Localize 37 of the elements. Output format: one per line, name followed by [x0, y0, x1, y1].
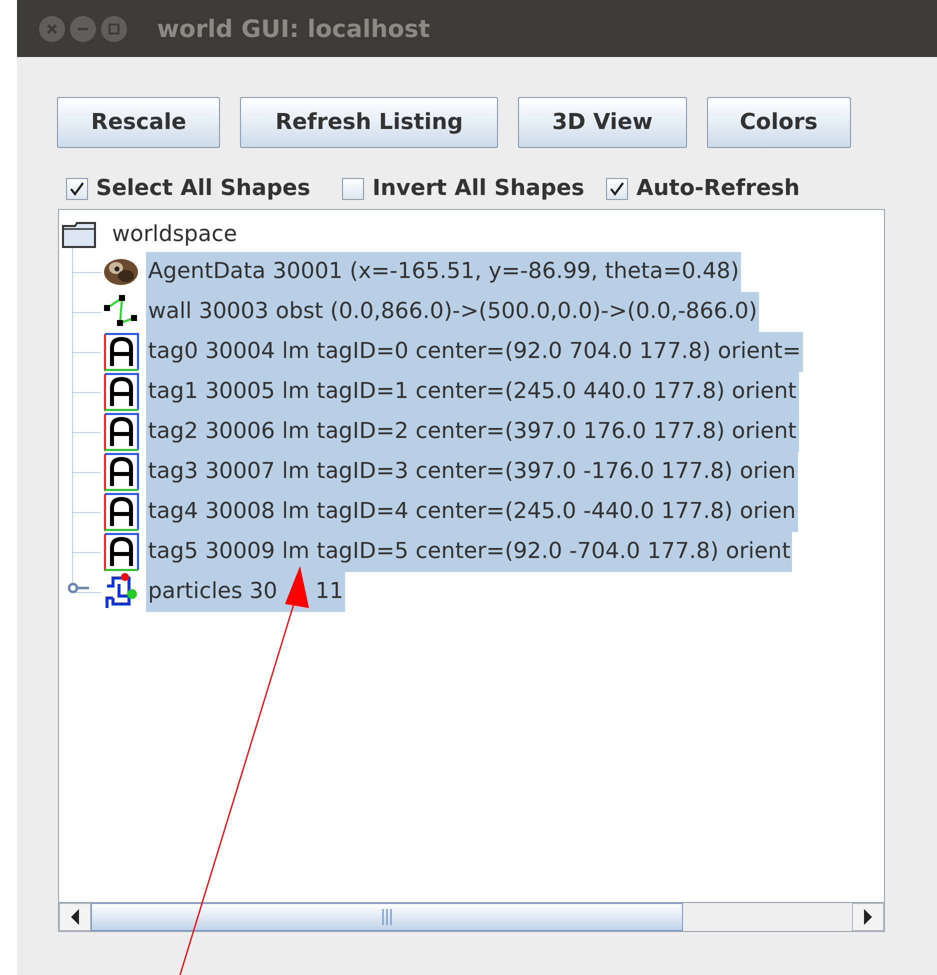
scroll-right-button[interactable] [852, 903, 884, 931]
tag-icon [101, 372, 141, 412]
tag-icon [101, 492, 141, 532]
left-arrow-icon [70, 909, 80, 925]
tree-item[interactable]: tag5 30009 lm tagID=5 center=(92.0 -704.0 177.8) orient [146, 532, 792, 572]
window-title: world GUI: localhost [157, 14, 430, 42]
tag-icon [101, 452, 141, 492]
tree-item[interactable]: worldspace [110, 219, 240, 251]
checkbox-label: Select All Shapes [96, 176, 310, 201]
tag-icon [101, 332, 141, 372]
horizontal-scrollbar[interactable] [59, 902, 884, 931]
toolbar-button[interactable]: Refresh Listing [240, 97, 498, 148]
grip-icon [381, 909, 393, 925]
tree-item-text[interactable]: 11 [315, 579, 344, 604]
tree-item[interactable]: tag4 30008 lm tagID=4 center=(245.0 -440.0 177.8) orien [146, 492, 798, 532]
toolbar-button[interactable]: Rescale [57, 97, 220, 148]
scroll-thumb[interactable] [91, 903, 683, 931]
checkbox-label: Auto-Refresh [636, 176, 800, 201]
checkbox[interactable] [66, 178, 88, 200]
toolbar-button[interactable]: 3D View [518, 97, 687, 148]
tag-icon [101, 532, 141, 572]
tree-item[interactable]: AgentData 30001 (x=-165.51, y=-86.99, theta=0.48) [146, 252, 742, 292]
expand-handle[interactable] [67, 582, 89, 594]
scroll-left-button[interactable] [59, 903, 91, 931]
checkbox[interactable] [342, 178, 364, 200]
tree-item[interactable]: tag0 30004 lm tagID=0 center=(92.0 704.0 177.8) orient= [146, 332, 803, 372]
right-arrow-icon [863, 909, 873, 925]
tree-item-background[interactable]: particles 30 11 [146, 572, 346, 612]
tag-icon [101, 412, 141, 452]
tree-item[interactable]: wall 30003 obst (0.0,866.0)->(500.0,0.0)->(0.0,-866.0) [146, 292, 760, 332]
tree-item-text[interactable]: particles 30 [148, 579, 278, 604]
tree-item[interactable]: tag2 30006 lm tagID=2 center=(397.0 176.0 177.8) orient [146, 412, 799, 452]
checkbox[interactable] [606, 178, 628, 200]
checkbox-label: Invert All Shapes [372, 176, 584, 201]
tree-item[interactable]: tag1 30005 lm tagID=1 center=(245.0 440.0 177.8) orient [146, 372, 799, 412]
tree-item[interactable]: tag3 30007 lm tagID=3 center=(397.0 -176.0 177.8) orien [146, 452, 798, 492]
toolbar-button[interactable]: Colors [706, 97, 851, 148]
